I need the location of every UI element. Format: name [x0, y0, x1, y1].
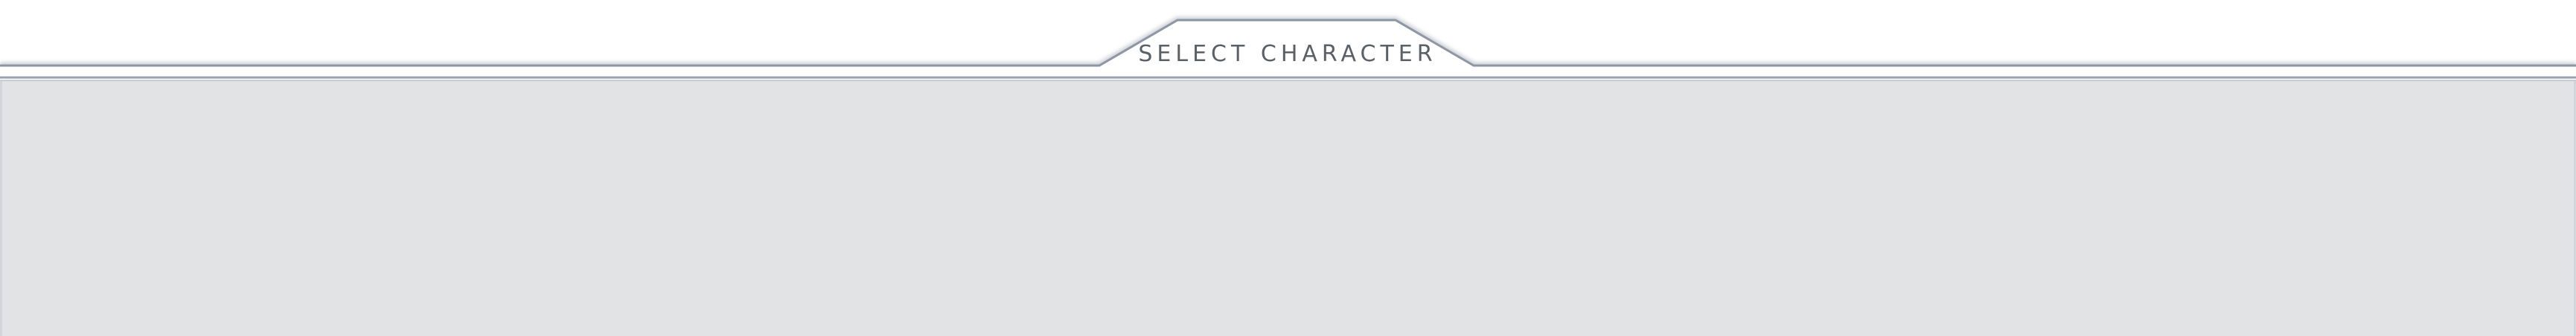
page-title: SELECT CHARACTER: [1138, 41, 1437, 67]
character-grid-panel: [0, 80, 2576, 336]
character-select-screen: SELECT CHARACTER: [0, 0, 2576, 336]
